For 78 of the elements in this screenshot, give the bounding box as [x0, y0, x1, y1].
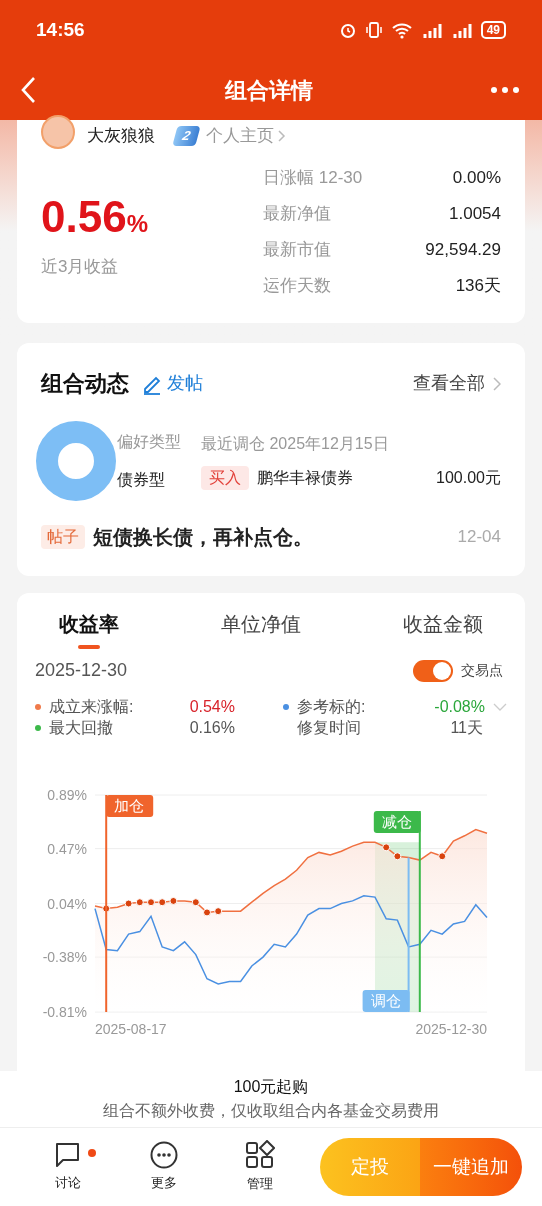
metric-value: 11天: [450, 718, 483, 738]
annotation: 调仓: [370, 992, 401, 1009]
post-button[interactable]: 发帖: [141, 370, 203, 397]
metric-value: -0.08%: [434, 697, 485, 717]
page-title: 组合详情: [223, 76, 314, 105]
y-tick-label: -0.81%: [42, 1004, 87, 1020]
avatar: [41, 115, 75, 149]
stat-label: 日涨幅 12-30: [263, 166, 363, 189]
trade-points-switch[interactable]: [413, 659, 453, 682]
y-tick-label: 0.89%: [47, 787, 87, 803]
stat-label: 最新市值: [263, 238, 331, 261]
chart-date: 2025-12-30: [35, 659, 128, 682]
metric-label: 最大回撤: [49, 718, 113, 738]
vibrate-icon: [364, 21, 383, 39]
stat-label: 运作天数: [263, 274, 331, 297]
toolbar-item[interactable]: 更多: [116, 1141, 212, 1193]
chart-tab[interactable]: 收益金额: [403, 609, 483, 649]
view-all-link[interactable]: 查看全部: [413, 370, 501, 397]
toolbar-item[interactable]: 管理: [212, 1140, 308, 1194]
post-tag: 帖子: [41, 525, 85, 549]
section-title: 组合动态: [41, 370, 129, 398]
fee-note: 组合不额外收费，仅收取组合内各基金交易费用: [103, 1101, 439, 1121]
trade-amount: 100.00元: [436, 468, 501, 488]
trade-point: [135, 898, 144, 907]
metric-label: 参考标的:: [297, 697, 366, 717]
stat-value: 92,594.29: [425, 238, 501, 261]
return-label: 近3月收益: [41, 255, 120, 278]
wifi-icon: [390, 21, 413, 39]
metric-value: 0.54%: [189, 697, 235, 717]
trade-point: [124, 899, 133, 908]
preference-value: 债券型: [117, 470, 166, 490]
stat-value: 0.00%: [452, 166, 501, 189]
chart-tab[interactable]: 收益率: [59, 609, 119, 649]
minimum-purchase: 100元起购: [233, 1077, 309, 1097]
fund-name: 鹏华丰禄债券: [257, 468, 353, 488]
user-name: 大灰狼狼: [87, 125, 155, 148]
stat-value: 136天: [455, 274, 501, 297]
alarm-icon: [338, 21, 357, 39]
toolbar-item[interactable]: 讨论: [20, 1141, 116, 1193]
trade-tag: 买入: [201, 466, 249, 490]
stat-label: 最新净值: [263, 202, 331, 225]
return-value: 0.56%: [41, 190, 149, 243]
switch-label: 交易点: [461, 661, 503, 680]
stat-value: 1.0054: [449, 202, 501, 225]
chevron-right-icon: [278, 130, 287, 142]
trade-point: [147, 898, 155, 907]
chat-bubble-icon: [54, 1141, 82, 1170]
trade-point: [158, 898, 167, 907]
metric-label: 修复时间: [297, 718, 361, 738]
annotation: 减仓: [381, 813, 412, 830]
grid-icon: [245, 1140, 275, 1171]
y-tick-label: -0.38%: [42, 949, 87, 966]
status-time: 14:56: [36, 17, 85, 42]
trade-point: [382, 843, 391, 852]
y-tick-label: 0.04%: [47, 895, 87, 912]
chevron-right-icon: [493, 376, 501, 391]
post-text: 短债换长债，再补点仓。: [93, 525, 313, 550]
post-date: 12-04: [457, 526, 501, 549]
x-axis-label: 2025-08-17: [95, 1021, 167, 1036]
trade-point: [438, 852, 447, 861]
more-icon: [150, 1141, 178, 1170]
chart-tab[interactable]: 单位净值: [221, 609, 301, 649]
trade-point: [393, 852, 402, 861]
battery-indicator: 49: [480, 21, 506, 39]
metric-label: 成立来涨幅:: [49, 697, 134, 717]
trade-point: [102, 904, 111, 913]
trade-point: [214, 907, 223, 916]
rebalance-date: 最近调仓 2025年12月15日: [201, 434, 390, 454]
annotation: 加仓: [114, 797, 145, 814]
trade-point: [191, 898, 200, 907]
trade-point: [203, 908, 211, 917]
back-icon: [20, 76, 36, 104]
x-axis-label: 2025-12-30: [415, 1021, 487, 1036]
trade-point: [169, 896, 178, 905]
level-badge: 2: [172, 126, 201, 146]
metric-value: 0.16%: [189, 718, 235, 738]
y-tick-label: 0.47%: [47, 840, 87, 857]
preference-label: 偏好类型: [117, 432, 181, 452]
